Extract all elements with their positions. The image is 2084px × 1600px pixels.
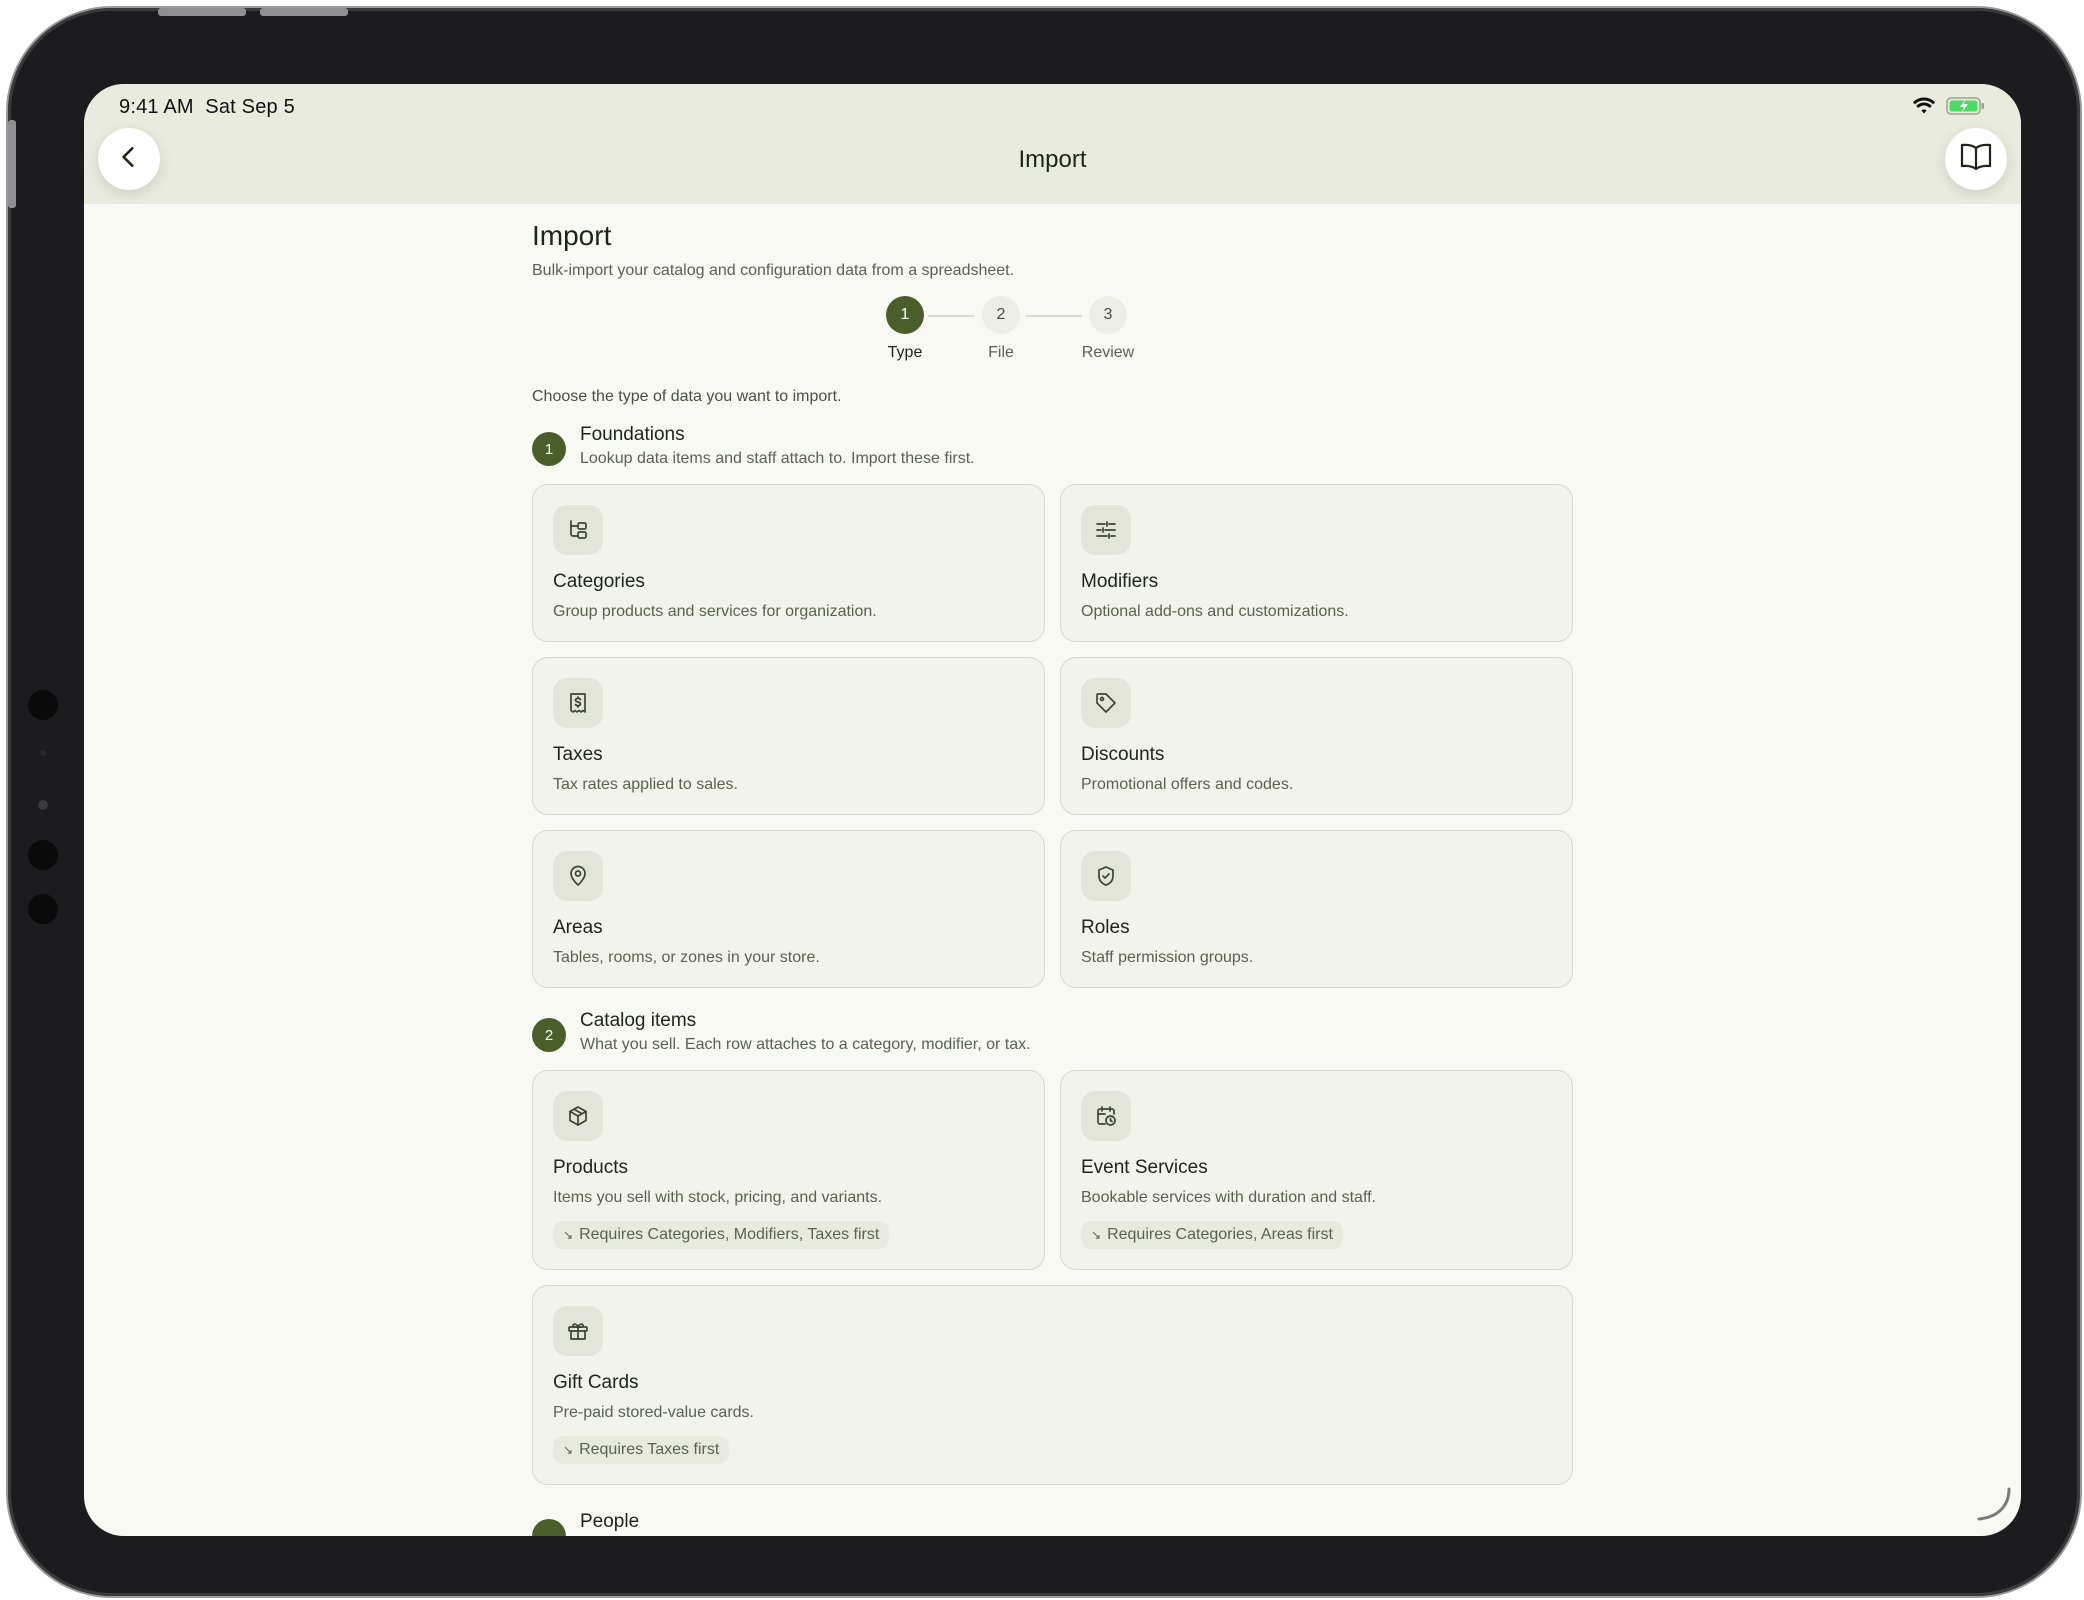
shield-check-icon [1081,851,1131,901]
catalog-grid: Products Items you sell with stock, pric… [532,1070,1573,1485]
card-event-services[interactable]: Event Services Bookable services with du… [1060,1070,1573,1270]
navigation-bar: 9:41 AM Sat Sep 5 Import [84,84,2021,204]
book-open-icon [1959,142,1993,177]
status-date: Sat Sep 5 [205,96,295,118]
type-prompt: Choose the type of data you want to impo… [532,388,842,405]
page-title: Import [532,220,612,251]
card-title: Discounts [1081,744,1165,765]
card-title: Products [553,1157,628,1178]
sensor-dot [28,690,58,720]
screen: 9:41 AM Sat Sep 5 Import Import Bulk-imp… [84,84,2021,1536]
card-title: Event Services [1081,1157,1208,1178]
status-clock: 9:41 AM [119,96,194,118]
arrow-down-right-icon: ↘ [1091,1228,1102,1242]
requirement-badge: ↘ Requires Taxes first [553,1436,730,1464]
step-label: Type [887,344,923,361]
nav-title: Import [1018,146,1087,173]
card-title: Modifiers [1081,571,1159,592]
import-stepper: 1 Type 2 File 3 Review [532,296,1572,386]
import-content: Import Bulk-import your catalog and conf… [532,220,1573,1536]
step-number: 2 [982,296,1020,334]
card-title: Taxes [553,744,603,765]
step-number: 1 [886,296,924,334]
status-indicators [1912,96,1986,121]
battery-icon [1946,96,1986,121]
card-description: Group products and services for organiza… [553,603,877,620]
arrow-down-right-icon: ↘ [563,1228,574,1242]
card-description: Staff permission groups. [1081,949,1254,966]
card-categories[interactable]: Categories Group products and services f… [532,484,1045,642]
card-title: Areas [553,917,603,938]
step-file[interactable]: 2 File [961,296,1041,362]
card-title: Categories [553,571,645,592]
camera-lens [38,800,48,810]
volume-up-button [158,8,246,16]
card-roles[interactable]: Roles Staff permission groups. [1060,830,1573,988]
card-discounts[interactable]: Discounts Promotional offers and codes. [1060,657,1573,815]
card-gift-cards[interactable]: Gift Cards Pre-paid stored-value cards. … [532,1285,1573,1485]
section-description: What you sell. Each row attaches to a ca… [580,1036,1031,1053]
card-title: Gift Cards [553,1372,639,1393]
section-people: People [532,1511,1572,1536]
receipt-icon [553,678,603,728]
step-number: 3 [1089,296,1127,334]
step-label: Review [1081,344,1135,361]
foundations-grid: Categories Group products and services f… [532,484,1573,988]
scroll-indicator [1973,1483,2013,1528]
tablet-frame: 9:41 AM Sat Sep 5 Import Import Bulk-imp… [8,8,2080,1596]
card-description: Bookable services with duration and staf… [1081,1189,1376,1206]
calendar-clock-icon [1081,1091,1131,1141]
card-products[interactable]: Products Items you sell with stock, pric… [532,1070,1045,1270]
section-number: 1 [532,432,566,466]
card-taxes[interactable]: Taxes Tax rates applied to sales. [532,657,1045,815]
top-button [8,120,16,208]
categories-icon [553,505,603,555]
arrow-down-right-icon: ↘ [563,1443,574,1457]
gift-icon [553,1306,603,1356]
section-foundations: 1 Foundations Lookup data items and staf… [532,424,1572,468]
requirement-text: Requires Taxes first [579,1441,720,1458]
requirement-text: Requires Categories, Areas first [1107,1226,1333,1243]
card-description: Tables, rooms, or zones in your store. [553,949,820,966]
requirement-badge: ↘ Requires Categories, Modifiers, Taxes … [553,1221,890,1249]
step-label: File [988,344,1014,361]
status-bar: 9:41 AM Sat Sep 5 [84,84,2021,128]
box-icon [553,1091,603,1141]
card-description: Tax rates applied to sales. [553,776,738,793]
card-description: Promotional offers and codes. [1081,776,1294,793]
sensor-dot [40,750,46,756]
section-description: Lookup data items and staff attach to. I… [580,450,975,467]
requirement-text: Requires Categories, Modifiers, Taxes fi… [579,1226,880,1243]
sensor-dot [28,894,58,924]
card-description: Items you sell with stock, pricing, and … [553,1189,883,1206]
section-number: 2 [532,1018,566,1052]
step-review[interactable]: 3 Review [1068,296,1148,362]
volume-down-button [260,8,348,16]
section-title: Catalog items [580,1010,697,1031]
step-type[interactable]: 1 Type [865,296,945,362]
section-number [532,1519,566,1536]
section-title: Foundations [580,424,685,445]
card-description: Pre-paid stored-value cards. [553,1404,754,1421]
section-title: People [580,1511,640,1532]
sensor-dot [28,840,58,870]
requirement-badge: ↘ Requires Categories, Areas first [1081,1221,1343,1249]
page-subtitle: Bulk-import your catalog and configurati… [532,262,1015,279]
tag-icon [1081,678,1131,728]
section-catalog-items: 2 Catalog items What you sell. Each row … [532,1010,1572,1054]
card-modifiers[interactable]: Modifiers Optional add-ons and customiza… [1060,484,1573,642]
guide-button[interactable] [1945,128,2007,190]
status-time: 9:41 AM Sat Sep 5 [119,96,295,119]
card-areas[interactable]: Areas Tables, rooms, or zones in your st… [532,830,1045,988]
wifi-icon [1912,97,1936,120]
sliders-icon [1081,505,1131,555]
map-pin-icon [553,851,603,901]
card-title: Roles [1081,917,1130,938]
card-description: Optional add-ons and customizations. [1081,603,1349,620]
